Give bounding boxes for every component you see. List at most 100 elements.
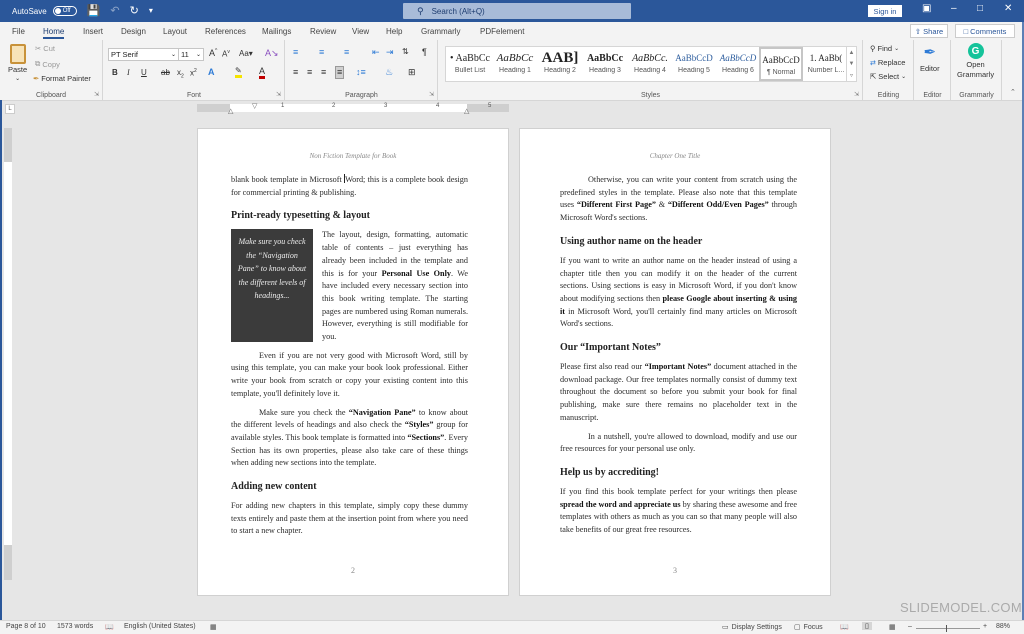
paste-button[interactable]: Paste ⌄ (8, 44, 27, 82)
proofing-icon[interactable]: 📖 (105, 623, 114, 631)
style-normal[interactable]: AaBbCcD ¶ Normal (759, 47, 803, 81)
increase-indent-icon[interactable]: ⇥ (386, 48, 394, 57)
accessibility-icon[interactable]: ▦ (210, 623, 217, 631)
pilcrow-icon[interactable]: ¶ (422, 48, 427, 57)
change-case-icon[interactable]: Aa▾ (239, 50, 253, 58)
style-heading-1[interactable]: AaBbCc Heading 1 (493, 47, 537, 81)
page-body[interactable]: blank book template in Microsoft Word; t… (231, 174, 468, 544)
collapse-ribbon-icon[interactable]: ⌃ (1010, 88, 1016, 96)
print-layout-icon[interactable]: ▯ (862, 622, 872, 630)
style-heading-2[interactable]: AAB] Heading 2 (538, 47, 582, 81)
clear-formatting-icon[interactable]: A↘ (265, 49, 279, 58)
tab-view[interactable]: View (352, 22, 369, 40)
tab-review[interactable]: Review (310, 22, 336, 40)
dialog-launcher-icon[interactable]: ⇲ (429, 91, 434, 98)
language[interactable]: English (United States) (124, 623, 196, 630)
font-size-select[interactable]: 11 ⌄ (178, 48, 204, 61)
style-bullet-list[interactable]: • AaBbCc Bullet List (448, 47, 492, 81)
word-count[interactable]: 1573 words (57, 623, 93, 630)
zoom-level[interactable]: 88% (996, 623, 1010, 630)
style-heading-5[interactable]: AaBbCcD Heading 5 (672, 47, 716, 81)
tab-pdfelement[interactable]: PDFelement (480, 22, 524, 40)
search-box[interactable]: ⚲ Search (Alt+Q) (403, 3, 631, 19)
style-heading-4[interactable]: AaBbCc. Heading 4 (628, 47, 672, 81)
align-left-icon[interactable]: ≡ (293, 68, 298, 77)
decrease-indent-icon[interactable]: ⇤ (372, 48, 380, 57)
subscript-icon[interactable]: x2 (177, 69, 184, 80)
autosave-toggle[interactable]: Off (52, 6, 77, 16)
document-page[interactable]: Chapter One Title Otherwise, you can wri… (519, 128, 831, 596)
italic-icon[interactable]: I (127, 69, 130, 77)
zoom-in-icon[interactable]: + (983, 623, 987, 630)
left-indent-marker[interactable]: △ (228, 107, 233, 115)
shrink-font-icon[interactable]: Av (222, 50, 230, 59)
dialog-launcher-icon[interactable]: ⇲ (276, 91, 281, 98)
ribbon-display-icon[interactable]: ▣ (922, 3, 931, 14)
bold-icon[interactable]: B (112, 69, 118, 77)
highlight-icon[interactable]: ✎ (235, 67, 242, 78)
comments-button[interactable]: □ Comments (955, 24, 1015, 38)
dialog-launcher-icon[interactable]: ⇲ (854, 91, 859, 98)
copy-button[interactable]: ⧉ Copy (35, 59, 60, 69)
align-right-icon[interactable]: ≡ (321, 68, 326, 77)
maximize-icon[interactable]: □ (977, 3, 983, 14)
save-icon[interactable]: 💾 (87, 5, 101, 17)
focus-button[interactable]: ▢ Focus (794, 623, 823, 632)
redo-icon[interactable]: ↻ (130, 5, 139, 17)
text-effects-icon[interactable]: A (208, 68, 215, 77)
tab-layout[interactable]: Layout (163, 22, 187, 40)
borders-icon[interactable]: ⊞ (408, 68, 416, 77)
scroll-down-icon[interactable]: ▼ (849, 61, 855, 67)
styles-scroll[interactable]: ▲ ▼ ▿ (846, 47, 856, 81)
replace-button[interactable]: ⇄ Replace (870, 58, 905, 67)
sort-icon[interactable]: ⇅ (402, 48, 409, 56)
justify-icon[interactable]: ≡ (335, 66, 345, 79)
scroll-up-icon[interactable]: ▲ (849, 50, 855, 56)
customize-toolbar-icon[interactable]: ▾ (149, 7, 153, 15)
tab-mailings[interactable]: Mailings (262, 22, 291, 40)
grow-font-icon[interactable]: A^ (209, 49, 217, 58)
document-page[interactable]: Non Fiction Template for Book blank book… (197, 128, 509, 596)
tab-design[interactable]: Design (121, 22, 146, 40)
expand-gallery-icon[interactable]: ▿ (850, 72, 853, 79)
zoom-slider-thumb[interactable] (946, 625, 947, 632)
zoom-out-icon[interactable]: – (908, 623, 912, 630)
tab-selector[interactable]: L (5, 104, 15, 114)
close-icon[interactable]: ✕ (1004, 3, 1012, 14)
align-center-icon[interactable]: ≡ (307, 68, 312, 77)
share-button[interactable]: ⇧ Share (910, 24, 948, 38)
font-color-icon[interactable]: A (259, 67, 266, 79)
undo-icon[interactable]: ↶ (110, 5, 119, 17)
select-button[interactable]: ⇱ Select ⌄ (870, 72, 906, 81)
strikethrough-icon[interactable]: ab (161, 69, 170, 77)
first-line-indent-marker[interactable]: ▽ (252, 102, 257, 110)
minimize-icon[interactable]: – (951, 3, 957, 14)
style-heading-6[interactable]: AaBbCcD Heading 6 (716, 47, 760, 81)
open-grammarly-button[interactable]: G Open Grammarly (957, 43, 994, 79)
horizontal-ruler[interactable]: 1 2 3 4 5 ▽ △ △ (197, 102, 509, 115)
shading-icon[interactable]: ♨ (385, 68, 393, 77)
numbering-icon[interactable]: ≡ (319, 48, 324, 57)
find-button[interactable]: ⚲ Find ⌄ (870, 44, 899, 53)
right-indent-marker[interactable]: △ (464, 107, 469, 115)
tab-insert[interactable]: Insert (83, 22, 103, 40)
style-number-list[interactable]: 1. AaBb(Number L... (804, 47, 848, 81)
display-settings-button[interactable]: ▭ Display Settings (722, 623, 782, 632)
bullets-icon[interactable]: ≡ (293, 48, 298, 57)
web-layout-icon[interactable]: ▦ (889, 623, 896, 631)
format-painter-button[interactable]: ✒ Format Painter (33, 74, 91, 83)
vertical-ruler[interactable] (4, 128, 12, 580)
editor-button[interactable]: ✒ Editor (920, 43, 940, 73)
tab-grammarly[interactable]: Grammarly (421, 22, 461, 40)
zoom-slider[interactable] (916, 628, 980, 629)
dialog-launcher-icon[interactable]: ⇲ (94, 91, 99, 98)
style-heading-3[interactable]: AaBbCc Heading 3 (583, 47, 627, 81)
font-name-select[interactable]: PT Serif ⌄ (108, 48, 179, 61)
sign-in-button[interactable]: Sign in (868, 5, 902, 17)
underline-icon[interactable]: U (141, 69, 147, 77)
line-spacing-icon[interactable]: ↕≡ (356, 68, 366, 77)
page-body[interactable]: Otherwise, you can write your content fr… (560, 174, 797, 543)
cut-button[interactable]: ✂ Cut (35, 44, 55, 53)
multilevel-list-icon[interactable]: ≡ (344, 48, 349, 57)
superscript-icon[interactable]: x2 (190, 69, 197, 78)
